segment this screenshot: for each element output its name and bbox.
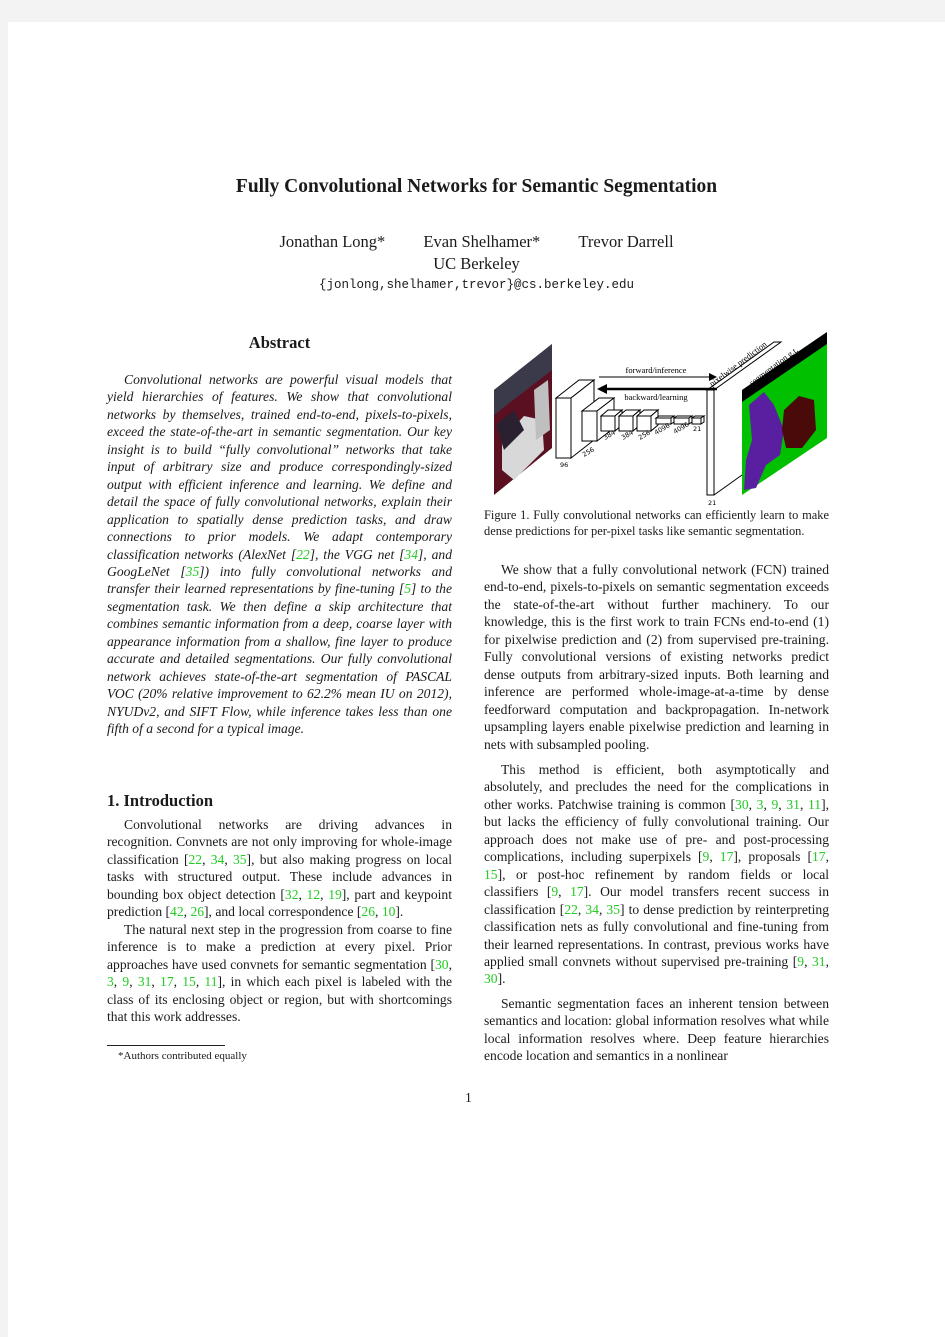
footnote-rule (107, 1045, 225, 1046)
citation-link[interactable]: 17 (160, 974, 174, 989)
citation-link[interactable]: 3 (757, 797, 764, 812)
citation-link[interactable]: 12 (307, 887, 321, 902)
forward-label: forward/inference (626, 365, 687, 375)
citation-link[interactable]: 9 (703, 849, 710, 864)
author: Trevor Darrell (578, 232, 674, 251)
citation-link[interactable]: 35 (233, 852, 247, 867)
citation-link[interactable]: 22 (296, 547, 310, 562)
citation-link[interactable]: 30 (484, 971, 498, 986)
abstract-heading: Abstract (248, 333, 311, 352)
citation-link[interactable]: 19 (328, 887, 342, 902)
citation-link[interactable]: 11 (808, 797, 821, 812)
citation-link[interactable]: 34 (585, 902, 599, 917)
citation-link[interactable]: 3 (107, 974, 114, 989)
citation-link[interactable]: 9 (772, 797, 779, 812)
layer-label: 21 (693, 425, 701, 433)
citation-link[interactable]: 31 (138, 974, 152, 989)
citation-link[interactable]: 35 (186, 564, 200, 579)
author-list: Jonathan Long* Evan Shelhamer* Trevor Da… (8, 232, 945, 252)
citation-link[interactable]: 34 (211, 852, 225, 867)
citation-link[interactable]: 26 (361, 904, 375, 919)
right-column-paragraph-3: Semantic segmentation faces an inherent … (484, 995, 829, 1065)
body-paragraph: Semantic segmentation faces an inherent … (484, 996, 829, 1064)
citation-link[interactable]: 22 (564, 902, 578, 917)
paper-page: Fully Convolutional Networks for Semanti… (8, 22, 945, 1337)
citation-link[interactable]: 35 (606, 902, 620, 917)
citation-link[interactable]: 15 (182, 974, 196, 989)
citation-link[interactable]: 17 (720, 849, 734, 864)
body-paragraph: This method is efficient, both asymptoti… (484, 762, 830, 987)
citation-link[interactable]: 26 (190, 904, 204, 919)
author-email: {jonlong,shelhamer,trevor}@cs.berkeley.e… (318, 278, 635, 292)
citation-link[interactable]: 5 (404, 581, 411, 596)
citation-link[interactable]: 30 (435, 957, 449, 972)
citation-link[interactable]: 10 (382, 904, 396, 919)
footnote: *Authors contributed equally (118, 1050, 247, 1062)
citation-link[interactable]: 17 (812, 849, 826, 864)
author: Evan Shelhamer* (423, 232, 541, 251)
backward-label: backward/learning (624, 392, 688, 402)
affiliation: UC Berkeley (433, 254, 520, 273)
output-label: 21 (708, 499, 716, 507)
author: Jonathan Long* (279, 232, 386, 251)
citation-link[interactable]: 11 (204, 974, 217, 989)
citation-link[interactable]: 15 (484, 867, 498, 882)
right-column-paragraph-2: This method is efficient, both asymptoti… (484, 761, 829, 988)
citation-link[interactable]: 31 (786, 797, 800, 812)
figure-1: forward/inference backward/learning pixe… (494, 332, 827, 507)
page-number: 1 (465, 1090, 472, 1105)
layer-block (690, 415, 706, 425)
intro-paragraph-2: The natural next step in the progression… (107, 921, 453, 1024)
introduction-body: Convolutional networks are driving advan… (107, 816, 452, 1025)
intro-paragraph-1: Convolutional networks are driving advan… (107, 817, 452, 920)
citation-link[interactable]: 17 (570, 884, 584, 899)
citation-link[interactable]: 32 (285, 887, 299, 902)
citation-link[interactable]: 9 (122, 974, 129, 989)
figure-caption: Figure 1. Fully convolutional networks c… (484, 508, 829, 538)
abstract-paragraph: Convolutional networks are powerful visu… (107, 372, 452, 737)
right-column-paragraph-1: We show that a fully convolutional netwo… (484, 561, 829, 753)
citation-link[interactable]: 31 (812, 954, 826, 969)
citation-link[interactable]: 34 (404, 547, 418, 562)
input-image (494, 344, 552, 495)
citation-link[interactable]: 9 (797, 954, 804, 969)
introduction-heading: 1. Introduction (107, 791, 214, 810)
layer-label: 96 (560, 461, 568, 469)
paper-title: Fully Convolutional Networks for Semanti… (235, 176, 718, 197)
abstract-body: Convolutional networks are powerful visu… (107, 371, 452, 738)
citation-link[interactable]: 9 (551, 884, 558, 899)
citation-link[interactable]: 22 (188, 852, 202, 867)
citation-link[interactable]: 42 (170, 904, 184, 919)
citation-link[interactable]: 30 (735, 797, 749, 812)
body-paragraph: We show that a fully convolutional netwo… (484, 562, 829, 752)
